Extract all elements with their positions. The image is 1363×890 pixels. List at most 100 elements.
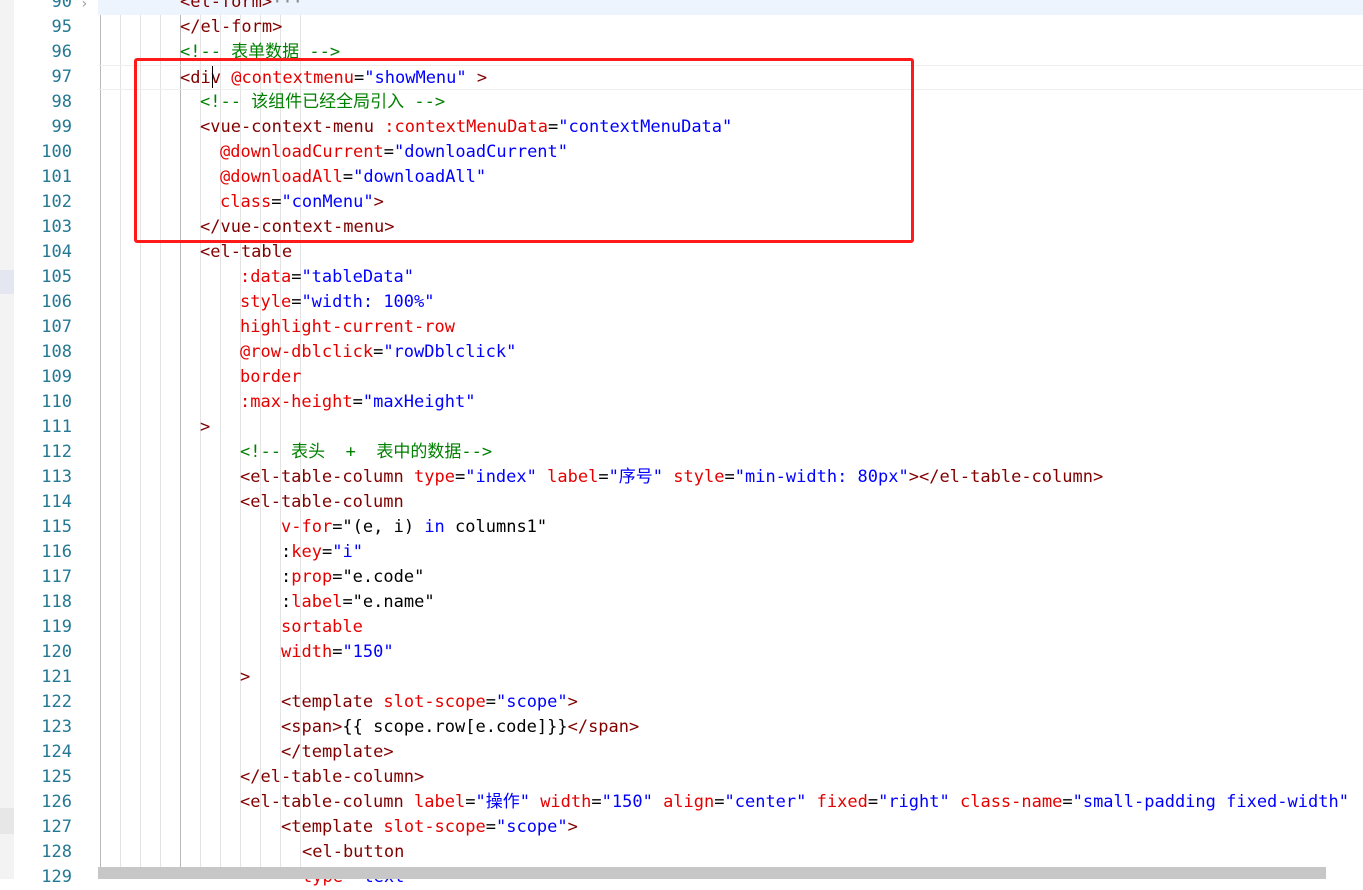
code-line[interactable]: v-for="(e, i) in columns1" bbox=[98, 515, 1363, 540]
code-line[interactable]: <el-table bbox=[98, 240, 1363, 265]
code-token: = bbox=[332, 642, 343, 662]
code-token: = bbox=[465, 792, 476, 812]
code-token: border bbox=[240, 367, 302, 387]
code-line[interactable]: :label="e.name" bbox=[98, 590, 1363, 615]
code-token: ></el-table-column> bbox=[908, 467, 1104, 487]
code-line[interactable]: @row-dblclick="rowDblclick" bbox=[98, 340, 1363, 365]
code-line[interactable]: :max-height="maxHeight" bbox=[98, 390, 1363, 415]
code-token: fixed bbox=[816, 792, 868, 812]
code-token: in bbox=[424, 517, 445, 537]
code-token: v-for bbox=[281, 517, 333, 537]
code-token: highlight-current-row bbox=[240, 317, 455, 337]
code-token: @row-dblclick bbox=[240, 342, 374, 362]
code-token: ="(e, i) bbox=[332, 517, 425, 537]
code-token: = bbox=[321, 542, 333, 562]
code-token: class-name bbox=[959, 792, 1063, 812]
line-number: 115 bbox=[41, 517, 72, 537]
code-token: = bbox=[591, 792, 602, 812]
code-token: ="e.name" bbox=[342, 592, 435, 612]
code-token: = bbox=[454, 467, 466, 487]
code-line[interactable]: :key="i" bbox=[98, 540, 1363, 565]
line-number: 128 bbox=[41, 842, 72, 862]
code-token: slot-scope bbox=[383, 817, 486, 837]
code-line[interactable]: style="width: 100%" bbox=[98, 290, 1363, 315]
line-number: 122 bbox=[41, 692, 72, 712]
code-token: = bbox=[485, 692, 496, 712]
code-token: <el-table-column bbox=[240, 492, 404, 512]
line-number: 97 bbox=[51, 67, 72, 87]
code-line[interactable]: > bbox=[98, 415, 1363, 440]
line-number: 95 bbox=[51, 17, 72, 37]
line-number: 106 bbox=[41, 292, 72, 312]
line-number: 100 bbox=[41, 142, 72, 162]
code-token: "index" bbox=[465, 467, 537, 487]
code-line[interactable]: <el-table-column label="操作" width="150" … bbox=[98, 790, 1363, 815]
code-token: <template bbox=[281, 817, 374, 837]
line-number: 112 bbox=[41, 442, 72, 462]
code-line[interactable]: </template> bbox=[98, 740, 1363, 765]
code-token: :data bbox=[240, 267, 292, 287]
code-token: </el-form> bbox=[180, 17, 283, 37]
fold-chevron-right-icon[interactable]: › bbox=[80, 0, 88, 12]
code-line[interactable]: </el-table-column> bbox=[98, 765, 1363, 790]
code-line[interactable]: <el-button bbox=[98, 840, 1363, 865]
code-line[interactable]: :prop="e.code" bbox=[98, 565, 1363, 590]
strip-marker bbox=[0, 808, 14, 834]
code-token: <el-button bbox=[302, 842, 405, 862]
code-line[interactable]: highlight-current-row bbox=[98, 315, 1363, 340]
code-token: "tableData" bbox=[301, 267, 415, 287]
code-token: "rowDblclick" bbox=[383, 342, 517, 362]
line-number: 104 bbox=[41, 242, 72, 262]
code-line[interactable]: <!-- 表头 + 表中的数据--> bbox=[98, 440, 1363, 465]
code-token: align bbox=[663, 792, 715, 812]
code-token: ··· bbox=[272, 0, 303, 12]
code-line[interactable]: border bbox=[98, 365, 1363, 390]
code-token: type bbox=[414, 467, 455, 487]
line-number: 127 bbox=[41, 817, 72, 837]
code-line[interactable]: <el-form>··· bbox=[98, 0, 1363, 15]
code-token: width bbox=[281, 642, 333, 662]
code-token: style bbox=[673, 467, 725, 487]
code-token: prop bbox=[291, 567, 333, 587]
code-line[interactable]: <template slot-scope="scope"> bbox=[98, 690, 1363, 715]
code-token: ="e.code" bbox=[332, 567, 425, 587]
code-token: "序号" bbox=[608, 467, 664, 487]
code-line[interactable]: > bbox=[98, 665, 1363, 690]
code-token: = bbox=[1062, 792, 1073, 812]
line-number: 118 bbox=[41, 592, 72, 612]
line-number: 108 bbox=[41, 342, 72, 362]
code-line[interactable]: width="150" bbox=[98, 640, 1363, 665]
code-token: = bbox=[291, 267, 302, 287]
code-line[interactable]: <el-table-column type="index" label="序号"… bbox=[98, 465, 1363, 490]
code-token: <el-table bbox=[200, 242, 293, 262]
code-token: sortable bbox=[281, 617, 363, 637]
code-line[interactable]: </el-form> bbox=[98, 15, 1363, 40]
code-token: label bbox=[291, 592, 343, 612]
code-token: <span> bbox=[281, 717, 343, 737]
code-token: </span> bbox=[567, 717, 640, 737]
highlight-annotation-box bbox=[134, 58, 914, 243]
code-token: > bbox=[240, 667, 251, 687]
code-token: "maxHeight" bbox=[362, 392, 476, 412]
code-line[interactable]: <el-table-column bbox=[98, 490, 1363, 515]
code-token: {{ scope.row[e.code]}} bbox=[342, 717, 568, 737]
line-number: 123 bbox=[41, 717, 72, 737]
code-line[interactable]: :data="tableData" bbox=[98, 265, 1363, 290]
line-number: 126 bbox=[41, 792, 72, 812]
line-number: 90 bbox=[51, 0, 72, 12]
code-line[interactable]: <template slot-scope="scope"> bbox=[98, 815, 1363, 840]
line-number: 124 bbox=[41, 742, 72, 762]
code-token: <el-table-column bbox=[240, 467, 404, 487]
code-line[interactable]: sortable bbox=[98, 615, 1363, 640]
code-token: = bbox=[598, 467, 609, 487]
code-token: </el-table-column> bbox=[240, 767, 425, 787]
code-line[interactable]: <span>{{ scope.row[e.code]}}</span> bbox=[98, 715, 1363, 740]
line-number: 99 bbox=[51, 117, 72, 137]
horizontal-scrollbar[interactable] bbox=[98, 867, 1326, 879]
line-number: 116 bbox=[41, 542, 72, 562]
code-token: = bbox=[373, 342, 384, 362]
code-token: style bbox=[240, 292, 292, 312]
